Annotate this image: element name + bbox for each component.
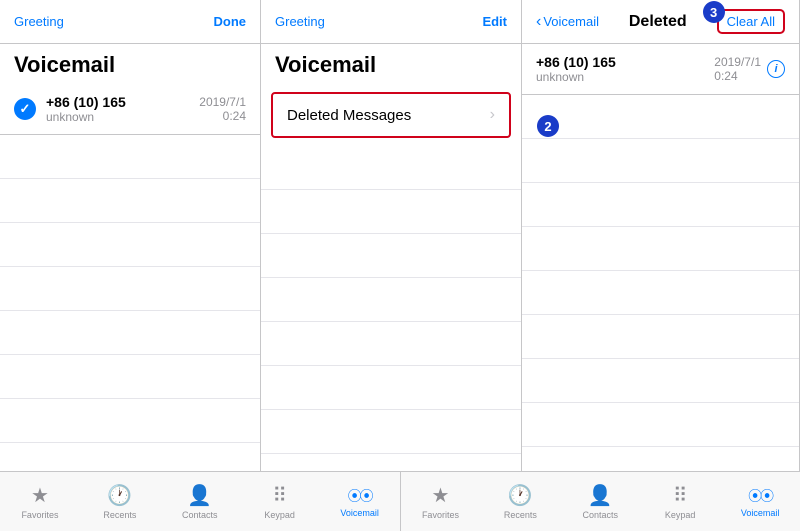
- recents-icon-right: 🕐: [508, 483, 533, 508]
- voicemail-date: 2019/7/1: [199, 95, 246, 109]
- deleted-date: 2019/7/1 0:24: [714, 55, 761, 83]
- step-badge-2: 2: [537, 115, 559, 137]
- tab-keypad-left[interactable]: ⠿ Keypad: [240, 472, 320, 531]
- panel1-title: Voicemail: [0, 44, 260, 84]
- deleted-caller-number: +86 (10) 165: [536, 54, 714, 70]
- done-button[interactable]: Done: [214, 14, 247, 29]
- chevron-right-icon: ›: [490, 106, 495, 124]
- panel3-header: ‹ Voicemail Deleted 3 Clear All: [522, 0, 799, 44]
- voicemail-list-item[interactable]: +86 (10) 165 unknown 2019/7/1 0:24: [0, 84, 260, 135]
- keypad-icon-left: ⠿: [272, 483, 287, 508]
- tab-section-left: ★ Favorites 🕐 Recents 👤 Contacts ⠿ Keypa…: [0, 472, 401, 531]
- info-icon[interactable]: i: [767, 60, 785, 78]
- back-to-voicemail[interactable]: ‹ Voicemail: [536, 13, 599, 31]
- tab-section-right: ★ Favorites 🕐 Recents 👤 Contacts ⠿ Keypa…: [401, 472, 800, 531]
- caller-number: +86 (10) 165: [46, 94, 199, 110]
- tab-voicemail-right[interactable]: ⦿⦿ Voicemail: [720, 472, 800, 531]
- panel3-section-title: Deleted: [629, 13, 687, 31]
- voicemail-meta: 2019/7/1 0:24: [199, 95, 246, 123]
- panel2-greeting-link[interactable]: Greeting: [275, 14, 325, 29]
- caller-name: unknown: [46, 110, 199, 124]
- voicemail-info: +86 (10) 165 unknown: [46, 94, 199, 124]
- panel-voicemail-secondary: Greeting Edit Voicemail Deleted Messages…: [261, 0, 522, 471]
- deleted-messages-label: Deleted Messages: [287, 107, 411, 124]
- keypad-icon-right: ⠿: [673, 483, 688, 508]
- contacts-icon-right: 👤: [588, 483, 613, 508]
- back-label: Voicemail: [543, 14, 599, 29]
- tab-contacts-right[interactable]: 👤 Contacts: [560, 472, 640, 531]
- tab-recents-label-right: Recents: [504, 510, 537, 520]
- panel-voicemail-main: Greeting Done Voicemail +86 (10) 165 unk…: [0, 0, 261, 471]
- tab-recents-left[interactable]: 🕐 Recents: [80, 472, 160, 531]
- panel1-header: Greeting Done: [0, 0, 260, 44]
- tab-contacts-label-right: Contacts: [583, 510, 619, 520]
- deleted-messages-row[interactable]: Deleted Messages ›: [271, 92, 511, 138]
- tab-keypad-right[interactable]: ⠿ Keypad: [640, 472, 720, 531]
- tab-voicemail-label-right: Voicemail: [741, 508, 780, 518]
- tab-recents-right[interactable]: 🕐 Recents: [480, 472, 560, 531]
- tab-favorites-left[interactable]: ★ Favorites: [0, 472, 80, 531]
- deleted-voicemail-item[interactable]: +86 (10) 165 unknown 2019/7/1 0:24 i: [522, 44, 799, 95]
- star-icon-left: ★: [31, 483, 49, 508]
- panel2-title: Voicemail: [261, 44, 521, 84]
- tab-bar: ★ Favorites 🕐 Recents 👤 Contacts ⠿ Keypa…: [0, 471, 800, 531]
- tab-keypad-label-right: Keypad: [665, 510, 696, 520]
- voicemail-icon-right: ⦿⦿: [748, 486, 772, 506]
- panel2-empty-area: [261, 146, 521, 471]
- tab-favorites-label-right: Favorites: [422, 510, 459, 520]
- deleted-item-info: +86 (10) 165 unknown: [536, 54, 714, 84]
- voicemail-icon-left: ⦿⦿: [348, 486, 372, 506]
- panel1-empty-area: [0, 135, 260, 471]
- recents-icon-left: 🕐: [107, 483, 132, 508]
- selected-indicator: [14, 98, 36, 120]
- deleted-caller-name: unknown: [536, 70, 714, 84]
- tab-keypad-label-left: Keypad: [264, 510, 295, 520]
- clear-all-button[interactable]: Clear All: [717, 9, 785, 34]
- panel3-empty-area: [522, 95, 799, 471]
- tab-contacts-left[interactable]: 👤 Contacts: [160, 472, 240, 531]
- back-chevron-icon: ‹: [536, 13, 541, 31]
- tab-voicemail-left[interactable]: ⦿⦿ Voicemail: [320, 472, 400, 531]
- greeting-link[interactable]: Greeting: [14, 14, 64, 29]
- star-icon-right: ★: [431, 483, 449, 508]
- tab-voicemail-label-left: Voicemail: [340, 508, 379, 518]
- tab-recents-label-left: Recents: [103, 510, 136, 520]
- panel2-header: Greeting Edit: [261, 0, 521, 44]
- deleted-item-meta: 2019/7/1 0:24 i: [714, 55, 785, 83]
- tab-favorites-right[interactable]: ★ Favorites: [401, 472, 481, 531]
- tab-favorites-label-left: Favorites: [21, 510, 58, 520]
- voicemail-duration: 0:24: [199, 109, 246, 123]
- step-badge-3: 3: [703, 1, 725, 23]
- tab-contacts-label-left: Contacts: [182, 510, 218, 520]
- edit-button[interactable]: Edit: [482, 14, 507, 29]
- panel-deleted: ‹ Voicemail Deleted 3 Clear All +86 (10)…: [522, 0, 800, 471]
- contacts-icon-left: 👤: [187, 483, 212, 508]
